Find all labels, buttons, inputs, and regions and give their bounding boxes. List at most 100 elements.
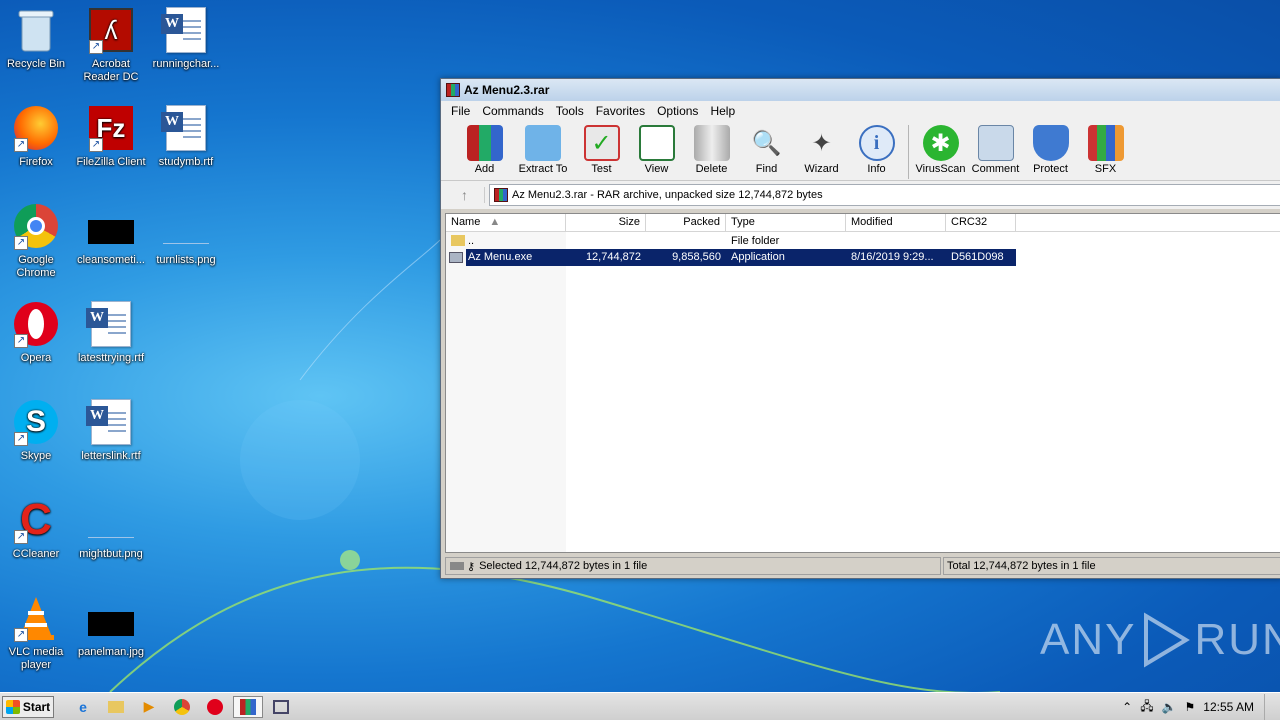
desktop-icon-studymb[interactable]: W studymb.rtf — [150, 104, 222, 169]
opera-icon — [207, 698, 223, 715]
address-text: Az Menu2.3.rar - RAR archive, unpacked s… — [512, 189, 823, 201]
file-list[interactable]: Name ▲ Size Packed Type Modified CRC32 .… — [445, 213, 1280, 553]
taskbar-media-player[interactable]: ▶ — [134, 696, 164, 718]
column-packed[interactable]: Packed — [646, 214, 726, 231]
address-field[interactable]: Az Menu2.3.rar - RAR archive, unpacked s… — [489, 184, 1280, 206]
taskbar-switcher[interactable] — [266, 696, 296, 718]
firefox-icon: ↗ — [12, 104, 60, 152]
image-thumb-icon — [162, 202, 210, 250]
taskbar-winrar[interactable] — [233, 695, 263, 718]
status-bar: ⚷ Selected 12,744,872 bytes in 1 file To… — [445, 557, 1280, 575]
taskbar-opera[interactable] — [200, 696, 230, 718]
column-crc32[interactable]: CRC32 — [946, 214, 1016, 231]
folder-icon — [525, 125, 561, 161]
vlc-icon: ↗ — [12, 594, 60, 642]
menu-commands[interactable]: Commands — [476, 104, 549, 118]
trash-icon — [693, 125, 730, 161]
tray-expand-icon[interactable]: ⌃ — [1122, 700, 1132, 714]
desktop-icon-cleansometi[interactable]: cleansometi... — [75, 202, 147, 267]
desktop-icon-runningchar[interactable]: W runningchar... — [150, 6, 222, 71]
image-thumb-icon — [87, 496, 135, 544]
menu-tools[interactable]: Tools — [550, 104, 590, 118]
desktop-icon-opera[interactable]: ↗ Opera — [0, 300, 72, 365]
taskbar-ie[interactable]: e — [68, 696, 98, 718]
extract-to-button[interactable]: Extract To — [512, 125, 574, 175]
column-name[interactable]: Name ▲ — [446, 214, 566, 231]
desktop-icon-mightbut[interactable]: mightbut.png — [75, 496, 147, 561]
show-desktop-button[interactable] — [1264, 694, 1274, 720]
image-thumb-icon — [87, 594, 135, 642]
menu-bar: File Commands Tools Favorites Options He… — [441, 101, 1280, 121]
up-arrow-icon[interactable]: ↑ — [445, 187, 485, 203]
network-icon[interactable]: 🖧 — [1140, 697, 1153, 718]
clipboard-check-icon: ✓ — [583, 125, 620, 161]
word-doc-icon: W — [161, 104, 210, 152]
explorer-icon — [108, 700, 124, 713]
menu-file[interactable]: File — [445, 104, 476, 118]
info-icon: i — [858, 125, 895, 161]
desktop-icon-latesttrying[interactable]: W latesttrying.rtf — [75, 300, 147, 365]
magnifier-icon: 🔍 — [751, 129, 782, 157]
recycle-bin-icon — [12, 6, 60, 54]
menu-favorites[interactable]: Favorites — [590, 104, 651, 118]
ie-icon: e — [79, 698, 87, 715]
winrar-icon — [446, 83, 460, 97]
desktop-icon-skype[interactable]: S ↗ Skype — [0, 398, 72, 463]
protect-button[interactable]: Protect — [1023, 125, 1078, 175]
acrobat-icon: ʎ ↗ — [87, 6, 135, 54]
desktop-icon-firefox[interactable]: ↗ Firefox — [0, 104, 72, 169]
opera-icon: ↗ — [12, 300, 60, 348]
book-icon — [638, 125, 675, 161]
clock[interactable]: 12:55 AM — [1203, 700, 1254, 714]
virusscan-button[interactable]: ✱ VirusScan — [913, 125, 968, 175]
wizard-button[interactable]: ✦ Wizard — [794, 125, 849, 176]
image-thumb-icon — [87, 202, 135, 250]
word-doc-icon: W — [86, 300, 135, 348]
sfx-button[interactable]: SFX — [1078, 125, 1133, 175]
delete-button[interactable]: Delete — [684, 125, 739, 175]
system-tray: ⌃ 🖧 🔈 ⚑ 12:55 AM — [1114, 693, 1280, 720]
comment-button[interactable]: Comment — [968, 125, 1023, 175]
taskbar-explorer[interactable] — [101, 696, 131, 718]
desktop-icon-panelman[interactable]: panelman.jpg — [75, 594, 147, 659]
chrome-icon: ↗ — [12, 202, 60, 250]
find-button[interactable]: 🔍 Find — [739, 125, 794, 176]
flag-icon[interactable]: ⚑ — [1185, 700, 1196, 714]
desktop-icon-filezilla[interactable]: Fz ↗ FileZilla Client — [75, 104, 147, 169]
key-icon: ⚷ — [467, 560, 476, 573]
menu-options[interactable]: Options — [651, 104, 704, 118]
toolbar: Add Extract To ✓ Test View Delete 🔍 Find… — [441, 121, 1280, 181]
window-switcher-icon — [273, 699, 289, 714]
test-button[interactable]: ✓ Test — [574, 125, 629, 175]
desktop-icon-ccleaner[interactable]: C ↗ CCleaner — [0, 496, 72, 561]
word-doc-icon: W — [161, 6, 210, 54]
desktop-icon-letterslink[interactable]: W letterslink.rtf — [75, 398, 147, 463]
sfx-archive-icon — [1087, 125, 1124, 161]
table-row[interactable]: Az Menu.exe 12,744,872 9,858,560 Applica… — [446, 249, 1280, 266]
column-type[interactable]: Type — [726, 214, 846, 231]
view-button[interactable]: View — [629, 125, 684, 175]
desktop-icon-acrobat[interactable]: ʎ ↗ Acrobat Reader DC — [75, 6, 147, 84]
column-modified[interactable]: Modified — [846, 214, 946, 231]
application-icon — [449, 252, 463, 264]
table-row[interactable]: .. File folder — [446, 232, 1280, 249]
info-button[interactable]: i Info — [849, 125, 904, 175]
winrar-window[interactable]: Az Menu2.3.rar File Commands Tools Favor… — [440, 78, 1280, 579]
taskbar-chrome[interactable] — [167, 696, 197, 718]
add-button[interactable]: Add — [457, 125, 512, 175]
desktop-icon-turnlists[interactable]: turnlists.png — [150, 202, 222, 267]
desktop-icon-recycle-bin[interactable]: Recycle Bin — [0, 6, 72, 71]
window-titlebar[interactable]: Az Menu2.3.rar — [441, 79, 1280, 101]
windows-logo-icon — [5, 699, 20, 714]
start-button[interactable]: Start — [2, 695, 54, 718]
menu-help[interactable]: Help — [704, 104, 741, 118]
desktop-icon-chrome[interactable]: ↗ Google Chrome — [0, 202, 72, 280]
column-size[interactable]: Size — [566, 214, 646, 231]
volume-icon[interactable]: 🔈 — [1162, 700, 1177, 714]
drive-icon — [450, 562, 464, 570]
desktop-icon-vlc[interactable]: ↗ VLC media player — [0, 594, 72, 672]
media-player-icon: ▶ — [143, 698, 155, 714]
comment-icon — [977, 125, 1014, 161]
winrar-icon — [494, 188, 508, 202]
play-logo-icon — [1144, 612, 1191, 668]
